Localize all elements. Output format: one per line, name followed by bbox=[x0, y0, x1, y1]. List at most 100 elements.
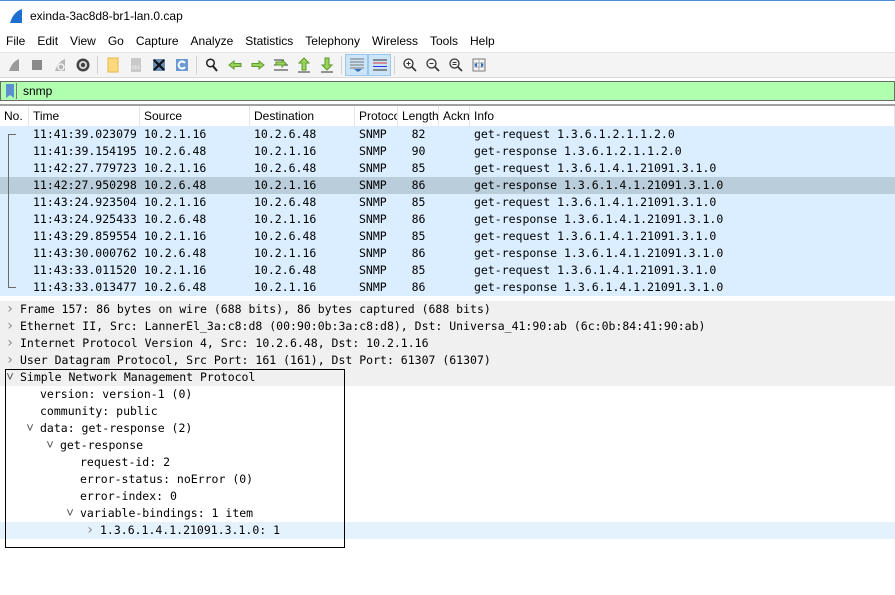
packet-row[interactable]: 11:41:39.023079 10.2.1.16 10.2.6.48 SNMP 82 g… bbox=[0, 126, 895, 143]
packet-row[interactable]: 11:42:27.950298 10.2.6.48 10.2.1.16 SNMP 86 g… bbox=[0, 177, 895, 194]
packet-row[interactable]: 11:43:29.859554 10.2.1.16 10.2.6.48 SNMP 85 g… bbox=[0, 228, 895, 245]
detail-tree-item[interactable]: › User Datagram Protocol, Src Port: 161 (… bbox=[0, 352, 895, 369]
cell-length: 86 bbox=[411, 178, 426, 192]
menu-wireless[interactable]: Wireless bbox=[366, 31, 424, 52]
detail-tree-item[interactable]: community: public bbox=[0, 403, 895, 420]
menu-edit[interactable]: Edit bbox=[31, 31, 64, 52]
detail-tree-item[interactable]: error-status: noError (0) bbox=[0, 471, 895, 488]
go-forward-button[interactable] bbox=[246, 54, 269, 76]
go-to-packet-button[interactable] bbox=[269, 54, 292, 76]
stop-capture-button[interactable] bbox=[25, 54, 48, 76]
column-header-protocol[interactable]: Protoco bbox=[355, 106, 398, 126]
menu-statistics[interactable]: Statistics bbox=[239, 31, 299, 52]
display-filter-bar bbox=[0, 81, 895, 101]
packet-row[interactable]: 11:43:24.923504 10.2.1.16 10.2.6.48 SNMP 85 g… bbox=[0, 194, 895, 211]
menu-file[interactable]: File bbox=[0, 31, 31, 52]
packet-row[interactable]: 11:43:24.925433 10.2.6.48 10.2.1.16 SNMP 86 g… bbox=[0, 211, 895, 228]
detail-tree-item[interactable]: version: version-1 (0) bbox=[0, 386, 895, 403]
cell-source: 10.2.6.48 bbox=[144, 178, 207, 192]
cell-info: get-response 1.3.6.1.4.1.21091.3.1.0 bbox=[474, 212, 724, 226]
cell-protocol: SNMP bbox=[359, 280, 387, 294]
conversation-bracket bbox=[8, 160, 16, 177]
restart-capture-button[interactable] bbox=[48, 54, 71, 76]
cell-protocol: SNMP bbox=[359, 144, 387, 158]
open-file-button[interactable] bbox=[101, 54, 124, 76]
go-first-packet-button[interactable] bbox=[292, 54, 315, 76]
menu-capture[interactable]: Capture bbox=[130, 31, 185, 52]
reload-file-button[interactable] bbox=[170, 54, 193, 76]
go-last-packet-button[interactable] bbox=[315, 54, 338, 76]
cell-ack bbox=[439, 245, 470, 262]
zoom-normal-button[interactable] bbox=[444, 54, 467, 76]
save-file-icon: 010 bbox=[130, 58, 141, 72]
detail-tree-item[interactable]: ˅ variable-bindings: 1 item bbox=[0, 505, 895, 522]
column-header-length[interactable]: Length bbox=[398, 106, 439, 126]
detail-tree-item[interactable]: › 1.3.6.1.4.1.21091.3.1.0: 1 bbox=[0, 522, 895, 539]
go-back-button[interactable] bbox=[223, 54, 246, 76]
chevron-right-icon[interactable]: › bbox=[84, 522, 96, 539]
cell-info: get-request 1.3.6.1.2.1.1.2.0 bbox=[474, 127, 675, 141]
detail-tree-item[interactable]: › Internet Protocol Version 4, Src: 10.2.… bbox=[0, 335, 895, 352]
packet-row[interactable]: 11:43:30.000762 10.2.6.48 10.2.1.16 SNMP 86 g… bbox=[0, 245, 895, 262]
column-header-no[interactable]: No. bbox=[0, 106, 29, 126]
packet-row[interactable]: 11:43:33.013477 10.2.6.48 10.2.1.16 SNMP 86 g… bbox=[0, 279, 895, 296]
detail-tree-item[interactable]: ˅ Simple Network Management Protocol bbox=[0, 369, 895, 386]
chevron-down-icon[interactable]: ˅ bbox=[24, 420, 36, 437]
column-header-time[interactable]: Time bbox=[29, 106, 140, 126]
start-capture-icon bbox=[8, 59, 19, 71]
detail-tree-item[interactable]: ˅ get-response bbox=[0, 437, 895, 454]
cell-destination: 10.2.6.48 bbox=[254, 195, 317, 209]
column-header-destination[interactable]: Destination bbox=[250, 106, 355, 126]
window-title: exinda-3ac8d8-br1-lan.0.cap bbox=[30, 9, 183, 23]
zoom-out-button[interactable] bbox=[421, 54, 444, 76]
detail-tree-item[interactable]: ˅ data: get-response (2) bbox=[0, 420, 895, 437]
chevron-down-icon[interactable]: ˅ bbox=[4, 369, 16, 386]
column-header-source[interactable]: Source bbox=[140, 106, 250, 126]
restart-capture-icon bbox=[54, 59, 65, 71]
chevron-right-icon[interactable]: › bbox=[4, 352, 16, 369]
chevron-right-icon[interactable]: › bbox=[4, 318, 16, 335]
packet-list-rows: 11:41:39.023079 10.2.1.16 10.2.6.48 SNMP 82 g… bbox=[0, 126, 895, 296]
chevron-down-icon[interactable]: ˅ bbox=[64, 505, 76, 522]
detail-tree-item[interactable]: › Ethernet II, Src: LannerEl_3a:c8:d8 (00… bbox=[0, 318, 895, 335]
column-header-ack[interactable]: Ackn bbox=[439, 106, 470, 126]
packet-row[interactable]: 11:41:39.154195 10.2.6.48 10.2.1.16 SNMP 90 g… bbox=[0, 143, 895, 160]
cell-info: get-response 1.3.6.1.4.1.21091.3.1.0 bbox=[474, 246, 724, 260]
conversation-bracket bbox=[8, 262, 16, 279]
menu-tools[interactable]: Tools bbox=[424, 31, 464, 52]
chevron-right-icon[interactable]: › bbox=[4, 335, 16, 352]
colorize-button[interactable] bbox=[368, 54, 391, 76]
main-toolbar: 010 bbox=[0, 52, 895, 78]
find-packet-button[interactable] bbox=[200, 54, 223, 76]
detail-tree-item[interactable]: request-id: 2 bbox=[0, 454, 895, 471]
menu-help[interactable]: Help bbox=[464, 31, 501, 52]
cell-time: 11:42:27.779723 bbox=[33, 161, 137, 175]
packet-row[interactable]: 11:43:33.011520 10.2.1.16 10.2.6.48 SNMP 85 g… bbox=[0, 262, 895, 279]
cell-protocol: SNMP bbox=[359, 212, 387, 226]
detail-label: data: get-response (2) bbox=[40, 421, 193, 435]
chevron-down-icon[interactable]: ˅ bbox=[44, 437, 56, 454]
menu-bar: File Edit View Go Capture Analyze Statistics Te… bbox=[0, 31, 895, 52]
filter-bookmark-button[interactable] bbox=[3, 83, 17, 99]
capture-options-button[interactable] bbox=[71, 54, 94, 76]
start-capture-button[interactable] bbox=[2, 54, 25, 76]
save-file-button[interactable]: 010 bbox=[124, 54, 147, 76]
menu-analyze[interactable]: Analyze bbox=[185, 31, 240, 52]
menu-view[interactable]: View bbox=[64, 31, 102, 52]
chevron-right-icon[interactable]: › bbox=[4, 301, 16, 318]
detail-tree-item[interactable]: error-index: 0 bbox=[0, 488, 895, 505]
detail-tree-item[interactable]: › Frame 157: 86 bytes on wire (688 bits),… bbox=[0, 301, 895, 318]
svg-text:010: 010 bbox=[132, 65, 140, 70]
zoom-in-button[interactable] bbox=[398, 54, 421, 76]
cell-destination: 10.2.1.16 bbox=[254, 144, 317, 158]
packet-row[interactable]: 11:42:27.779723 10.2.1.16 10.2.6.48 SNMP 85 g… bbox=[0, 160, 895, 177]
cell-ack bbox=[439, 143, 470, 160]
menu-go[interactable]: Go bbox=[102, 31, 130, 52]
detail-label: Internet Protocol Version 4, Src: 10.2.6… bbox=[20, 336, 429, 350]
column-header-info[interactable]: Info bbox=[470, 106, 895, 126]
close-file-button[interactable] bbox=[147, 54, 170, 76]
menu-telephony[interactable]: Telephony bbox=[299, 31, 366, 52]
display-filter-input[interactable] bbox=[21, 82, 871, 100]
auto-scroll-button[interactable] bbox=[345, 54, 368, 76]
resize-columns-button[interactable] bbox=[467, 54, 490, 76]
